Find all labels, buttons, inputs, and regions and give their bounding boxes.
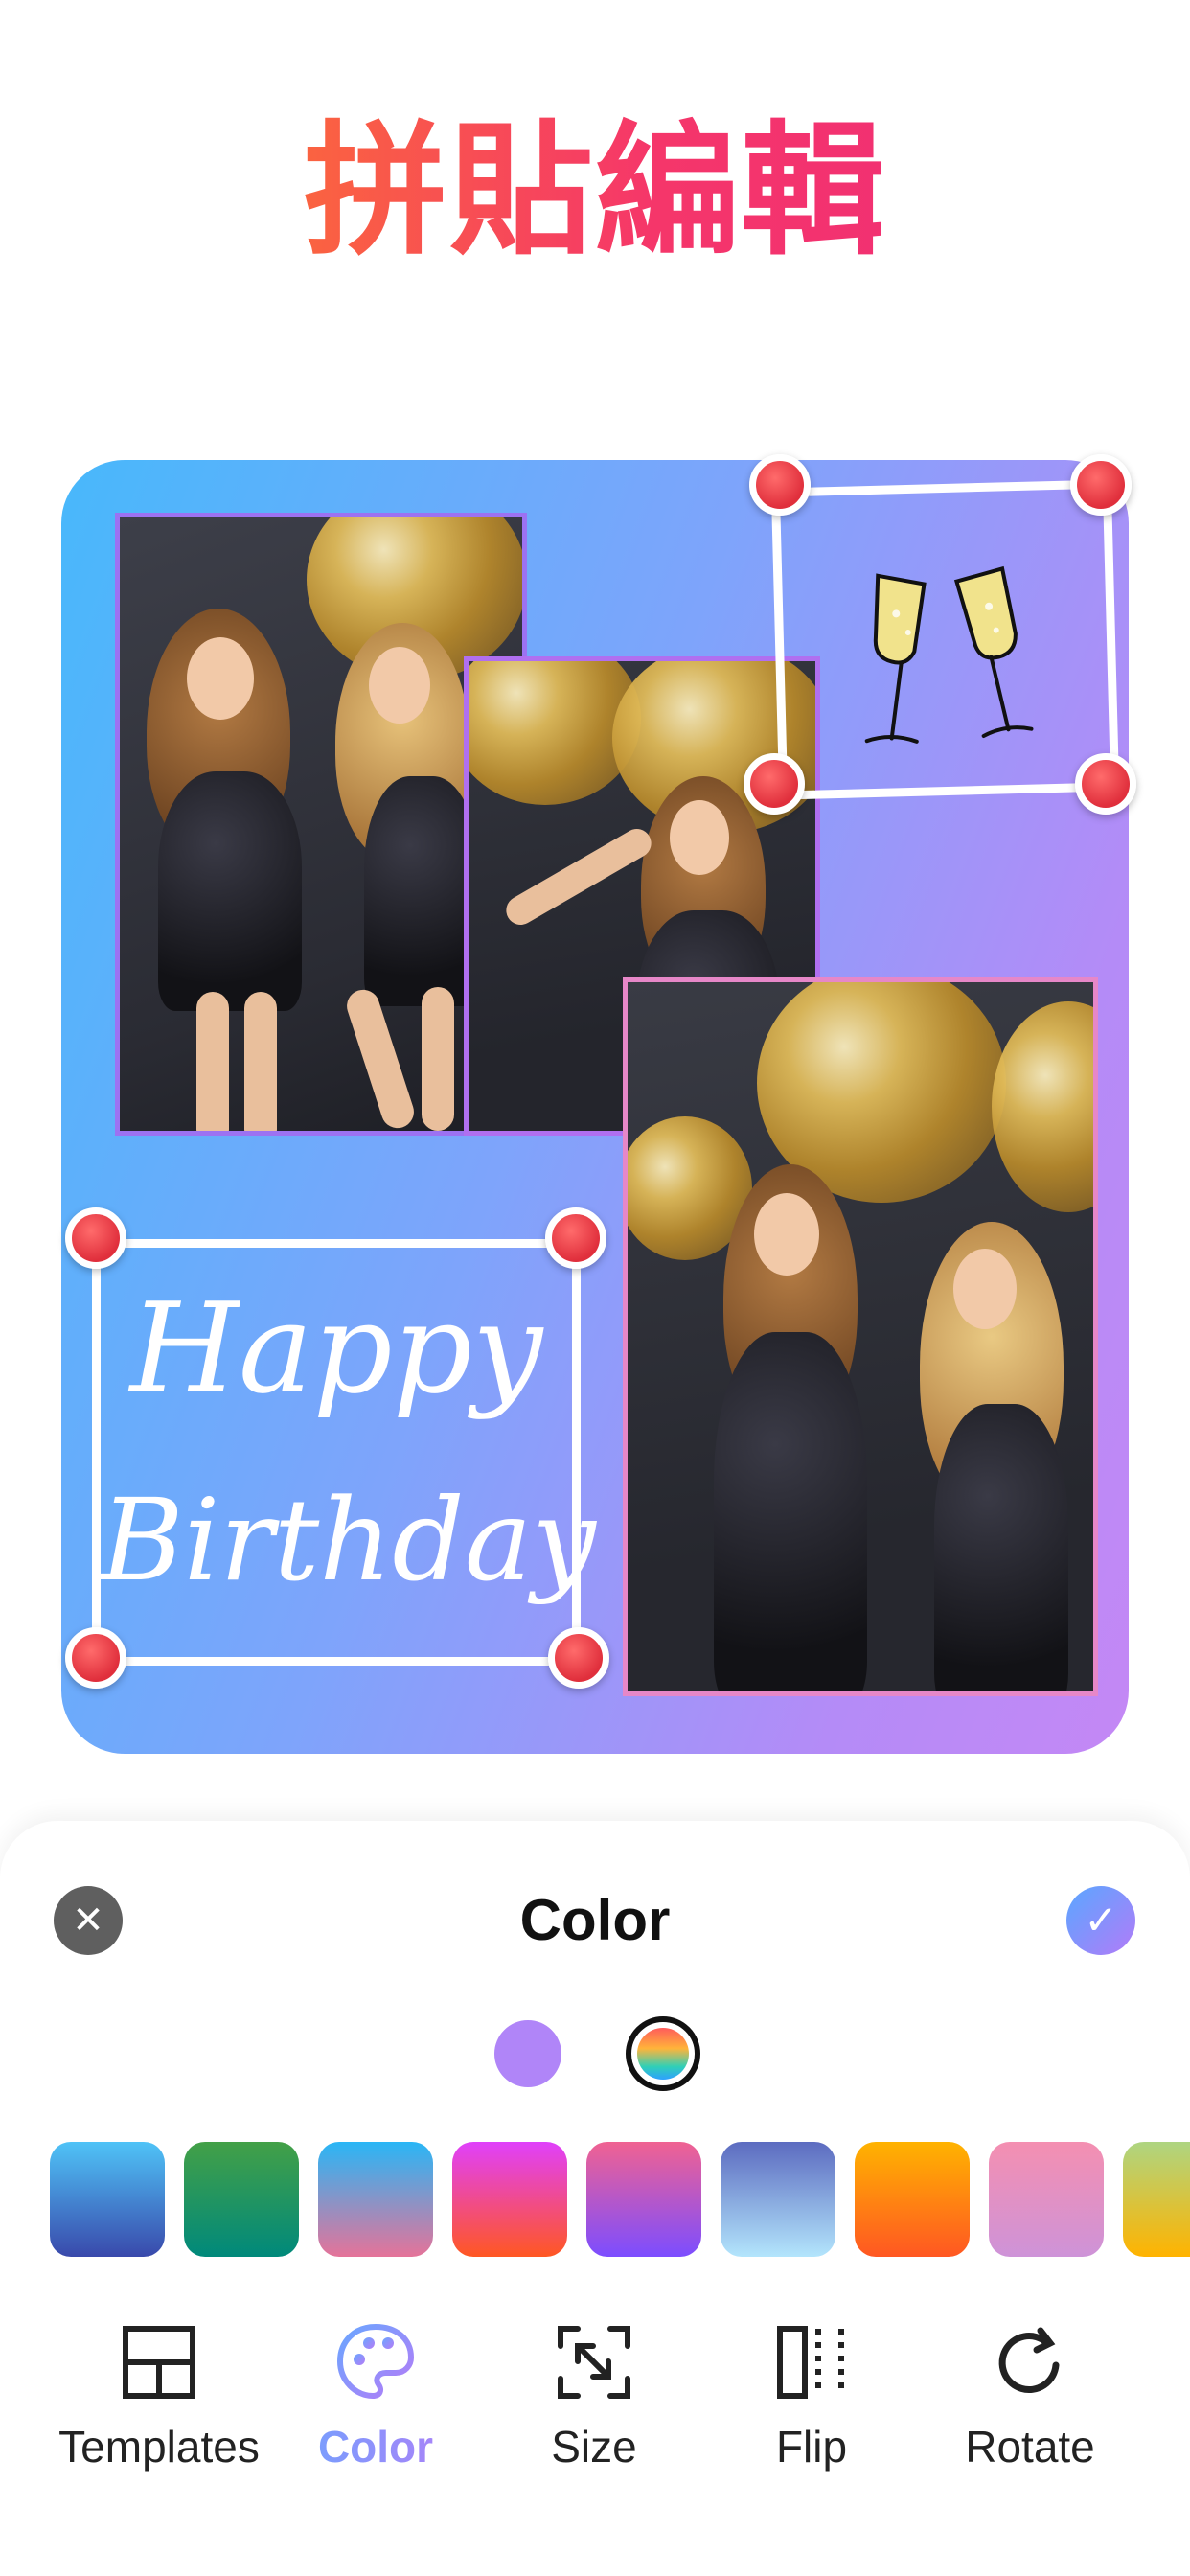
gradient-swatch[interactable] <box>452 2142 567 2257</box>
gradient-swatch[interactable] <box>184 2142 299 2257</box>
panel-title: Color <box>519 1888 671 1952</box>
gradient-swatch[interactable] <box>50 2142 165 2257</box>
birthday-line-2: Birthday <box>101 1474 596 1606</box>
confirm-button[interactable]: ✓ <box>1066 1886 1135 1955</box>
gradient-swatch-list[interactable] <box>50 2142 1190 2259</box>
toolbar-color[interactable]: Color <box>270 2319 481 2472</box>
toolbar-flip[interactable]: Flip <box>706 2319 917 2472</box>
page-headline: 拼貼編輯 <box>0 105 1190 278</box>
birthday-text-sticker[interactable]: Happy Birthday <box>92 1239 596 1666</box>
check-icon: ✓ <box>1084 1898 1118 1943</box>
gradient-swatch[interactable] <box>586 2142 701 2257</box>
palette-icon <box>332 2319 419 2405</box>
toolbar-label: Rotate <box>965 2422 1095 2472</box>
flip-icon <box>768 2319 855 2405</box>
gradient-swatch[interactable] <box>721 2142 835 2257</box>
gradient-swatch[interactable] <box>855 2142 970 2257</box>
photo-subject <box>129 609 321 1131</box>
sticker-handle[interactable] <box>545 1208 606 1269</box>
sticker-handle[interactable] <box>65 1208 126 1269</box>
toolbar-rotate[interactable]: Rotate <box>925 2319 1135 2472</box>
resize-icon <box>551 2319 637 2405</box>
rotate-icon <box>987 2319 1073 2405</box>
gradient-color-mode-button[interactable] <box>626 2016 700 2091</box>
champagne-glasses-icon <box>864 565 1034 744</box>
gradient-swatch-icon <box>637 2028 689 2080</box>
sticker-handle[interactable] <box>749 454 811 516</box>
gradient-swatch[interactable] <box>989 2142 1104 2257</box>
gradient-swatch[interactable] <box>318 2142 433 2257</box>
photo-subject <box>685 1164 896 1691</box>
gradient-swatch[interactable] <box>1123 2142 1190 2257</box>
sticker-handle[interactable] <box>65 1627 126 1689</box>
birthday-line-1: Happy <box>129 1276 543 1421</box>
sticker-handle[interactable] <box>1075 753 1136 815</box>
toolbar-size[interactable]: Size <box>489 2319 699 2472</box>
sticker-handle[interactable] <box>1070 454 1132 516</box>
color-panel: ✕ Color ✓ Templates Color Size Flip Rota… <box>0 1821 1190 2576</box>
champagne-sticker[interactable] <box>770 479 1120 800</box>
layout-grid-icon <box>116 2319 202 2405</box>
toolbar-templates[interactable]: Templates <box>54 2319 264 2472</box>
photo-subject <box>905 1222 1093 1691</box>
sticker-handle[interactable] <box>744 753 805 815</box>
toolbar-label: Flip <box>775 2422 848 2472</box>
solid-color-mode-button[interactable] <box>494 2020 561 2087</box>
toolbar-label: Templates <box>58 2422 260 2472</box>
toolbar-label: Size <box>551 2422 637 2472</box>
collage-photo-3[interactable] <box>623 978 1098 1696</box>
toolbar-label: Color <box>270 2421 481 2472</box>
collage-canvas[interactable]: Happy Birthday <box>61 454 1136 1754</box>
sticker-handle[interactable] <box>548 1627 609 1689</box>
